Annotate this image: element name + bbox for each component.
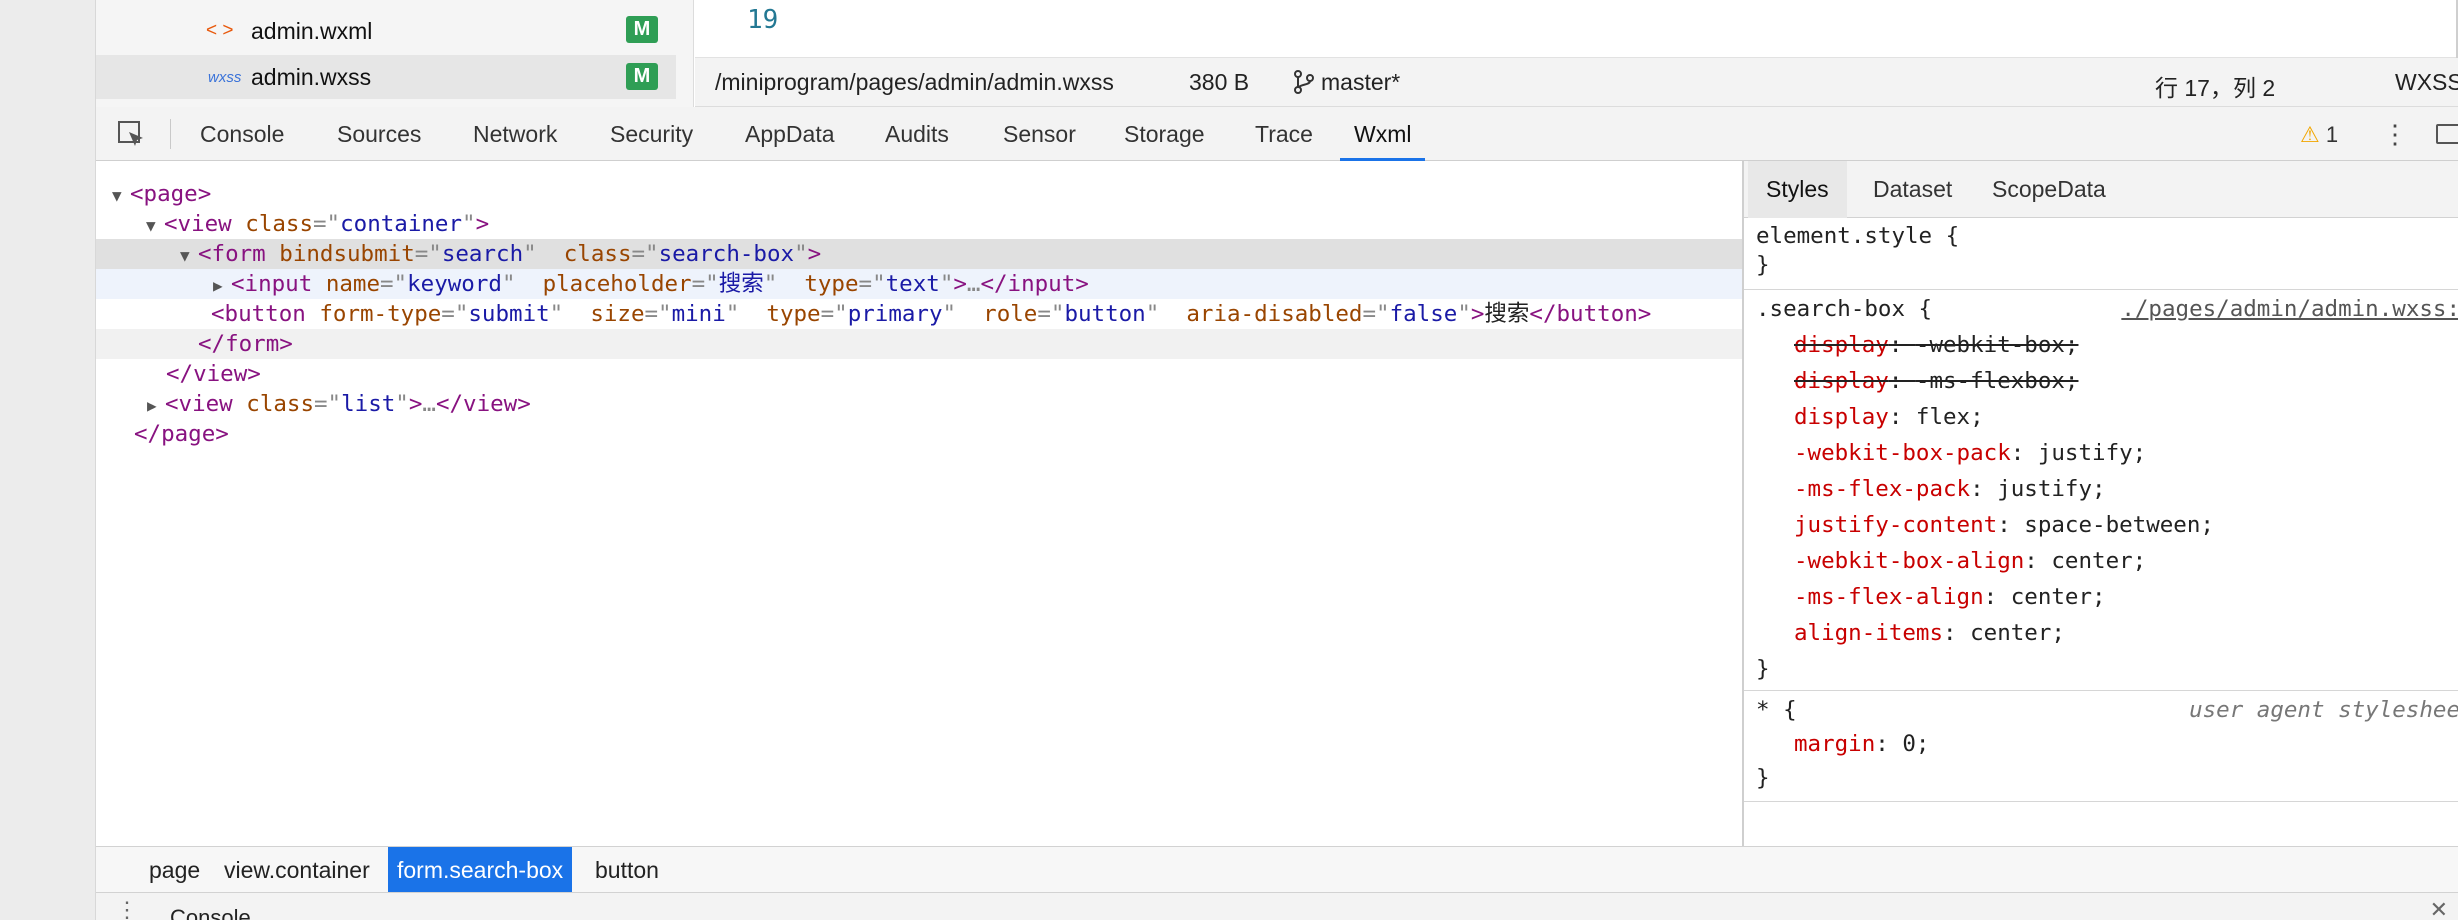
tree-node-view-close[interactable]: </view> [96,359,1742,389]
tab-wxml[interactable]: Wxml [1340,107,1426,161]
breadcrumb-form-search-box[interactable]: form.search-box [388,847,573,893]
tab-scopedata[interactable]: ScopeData [1974,161,2124,218]
tree-node-page[interactable]: ▼ <page> [96,179,1742,209]
status-language[interactable]: WXSS [2395,69,2458,96]
file-tree: < > admin.wxml M wxss admin.wxss M [96,0,694,107]
tree-node-view-container[interactable]: ▼ <view class="container"> [96,209,1742,239]
left-gutter [0,0,96,920]
user-agent-label: user agent styleshee [2189,697,2458,723]
closing-brace: } [1756,656,1770,682]
file-name: admin.wxss [251,63,372,90]
closing-brace: } [1756,765,1770,791]
breadcrumb: page view.container form.search-box butt… [96,846,2458,893]
css-declaration[interactable]: -ms-flex-align: center; [1794,579,2106,615]
tree-node-page-close[interactable]: </page> [96,419,1742,449]
tab-trace[interactable]: Trace [1241,107,1327,161]
status-git-branch[interactable]: master* [1321,69,1400,96]
search-box-selector[interactable]: .search-box { [1756,291,1932,327]
collapse-arrow-icon[interactable]: ▼ [112,181,130,211]
file-row-admin-wxml[interactable]: < > admin.wxml M [96,9,676,53]
tab-dataset[interactable]: Dataset [1855,161,1970,218]
wxml-tree: ▼ <page> ▼ <view class="container"> ▼ <form… [96,161,1742,846]
warnings-indicator[interactable]: ⚠ 1 [2300,122,2338,148]
breadcrumb-button[interactable]: button [586,847,668,893]
css-declaration[interactable]: margin: 0; [1794,726,1929,762]
xml-brackets-icon: < > [206,20,234,41]
tree-node-input[interactable]: ▶ <input name="keyword" placeholder="搜索" … [96,269,1742,299]
status-cursor-position[interactable]: 行 17，列 2 [2155,69,2275,103]
warning-count: 1 [2325,122,2339,147]
element-style-selector[interactable]: element.style { [1756,218,1959,254]
status-file-size: 380 B [1189,69,1250,95]
devtools-toolbar: Console Sources Network Security AppData… [96,107,2458,161]
tree-node-button[interactable]: <button form-type="submit" size="mini" t… [96,299,1742,329]
tab-storage[interactable]: Storage [1110,107,1219,161]
git-branch-icon[interactable] [1293,69,1315,96]
tab-sources[interactable]: Sources [323,107,435,161]
status-file-path: /miniprogram/pages/admin/admin.wxss [715,69,1114,95]
universal-rule: * { user agent styleshee margin: 0; } [1744,692,2458,802]
tab-audits[interactable]: Audits [871,107,963,161]
css-declaration[interactable]: display: -webkit-box; [1794,327,2078,363]
universal-selector[interactable]: * { [1756,692,1797,728]
styles-tab-bar: Styles Dataset ScopeData [1744,161,2458,218]
close-drawer-icon[interactable]: ✕ [2430,897,2448,920]
tab-security[interactable]: Security [596,107,707,161]
element-style-rule: element.style { } [1744,218,2458,290]
stylesheet-source-link[interactable]: ./pages/admin/admin.wxss: [2121,291,2458,327]
tab-network[interactable]: Network [459,107,571,161]
breadcrumb-view-container[interactable]: view.container [215,847,379,893]
tab-styles[interactable]: Styles [1748,161,1847,218]
git-modified-badge: M [626,63,658,90]
css-declaration[interactable]: -webkit-box-pack: justify; [1794,435,2146,471]
wxss-file-icon: wxss [208,68,242,86]
css-declaration[interactable]: display: -ms-flexbox; [1794,363,2078,399]
drawer-menu-icon[interactable]: ⋮ [116,897,138,920]
toolbar-divider [170,119,171,149]
expand-arrow-icon[interactable]: ▶ [213,271,231,301]
css-declaration[interactable]: -ms-flex-pack: justify; [1794,471,2106,507]
inspect-element-icon[interactable] [116,119,146,149]
css-declaration[interactable]: align-items: center; [1794,615,2065,651]
tab-console[interactable]: Console [186,107,298,161]
git-modified-badge: M [626,16,658,43]
search-box-rule: .search-box { ./pages/admin/admin.wxss: … [1744,291,2458,691]
status-bar: /miniprogram/pages/admin/admin.wxss 380 … [695,58,2458,107]
warning-icon: ⚠ [2300,122,2320,147]
collapse-arrow-icon[interactable]: ▼ [180,241,198,271]
tree-node-view-list[interactable]: ▶ <view class="list">…</view> [96,389,1742,419]
css-declaration[interactable]: justify-content: space-between; [1794,507,2214,543]
line-number: 19 [747,5,779,35]
file-name: admin.wxml [251,17,373,44]
closing-brace: } [1756,252,1770,278]
tab-appdata[interactable]: AppData [731,107,849,161]
expand-arrow-icon[interactable]: ▶ [147,391,165,421]
code-editor[interactable]: 19 [695,0,2458,58]
dock-side-icon[interactable] [2436,124,2458,144]
tree-node-form-close[interactable]: </form> [96,329,1742,359]
drawer-tab-console[interactable]: Console [170,905,251,920]
more-options-icon[interactable]: ⋮ [2382,119,2408,149]
styles-sidebar: Styles Dataset ScopeData element.style {… [1742,161,2458,846]
console-drawer: ⋮ Console ✕ [96,892,2458,920]
collapse-arrow-icon[interactable]: ▼ [146,211,164,241]
file-row-admin-wxss[interactable]: wxss admin.wxss M [96,55,676,99]
tree-node-form-search-box[interactable]: ▼ <form bindsubmit="search" class="search… [96,239,1742,269]
css-declaration[interactable]: display: flex; [1794,399,1984,435]
tab-sensor[interactable]: Sensor [989,107,1090,161]
breadcrumb-page[interactable]: page [140,847,209,893]
css-declaration[interactable]: -webkit-box-align: center; [1794,543,2146,579]
